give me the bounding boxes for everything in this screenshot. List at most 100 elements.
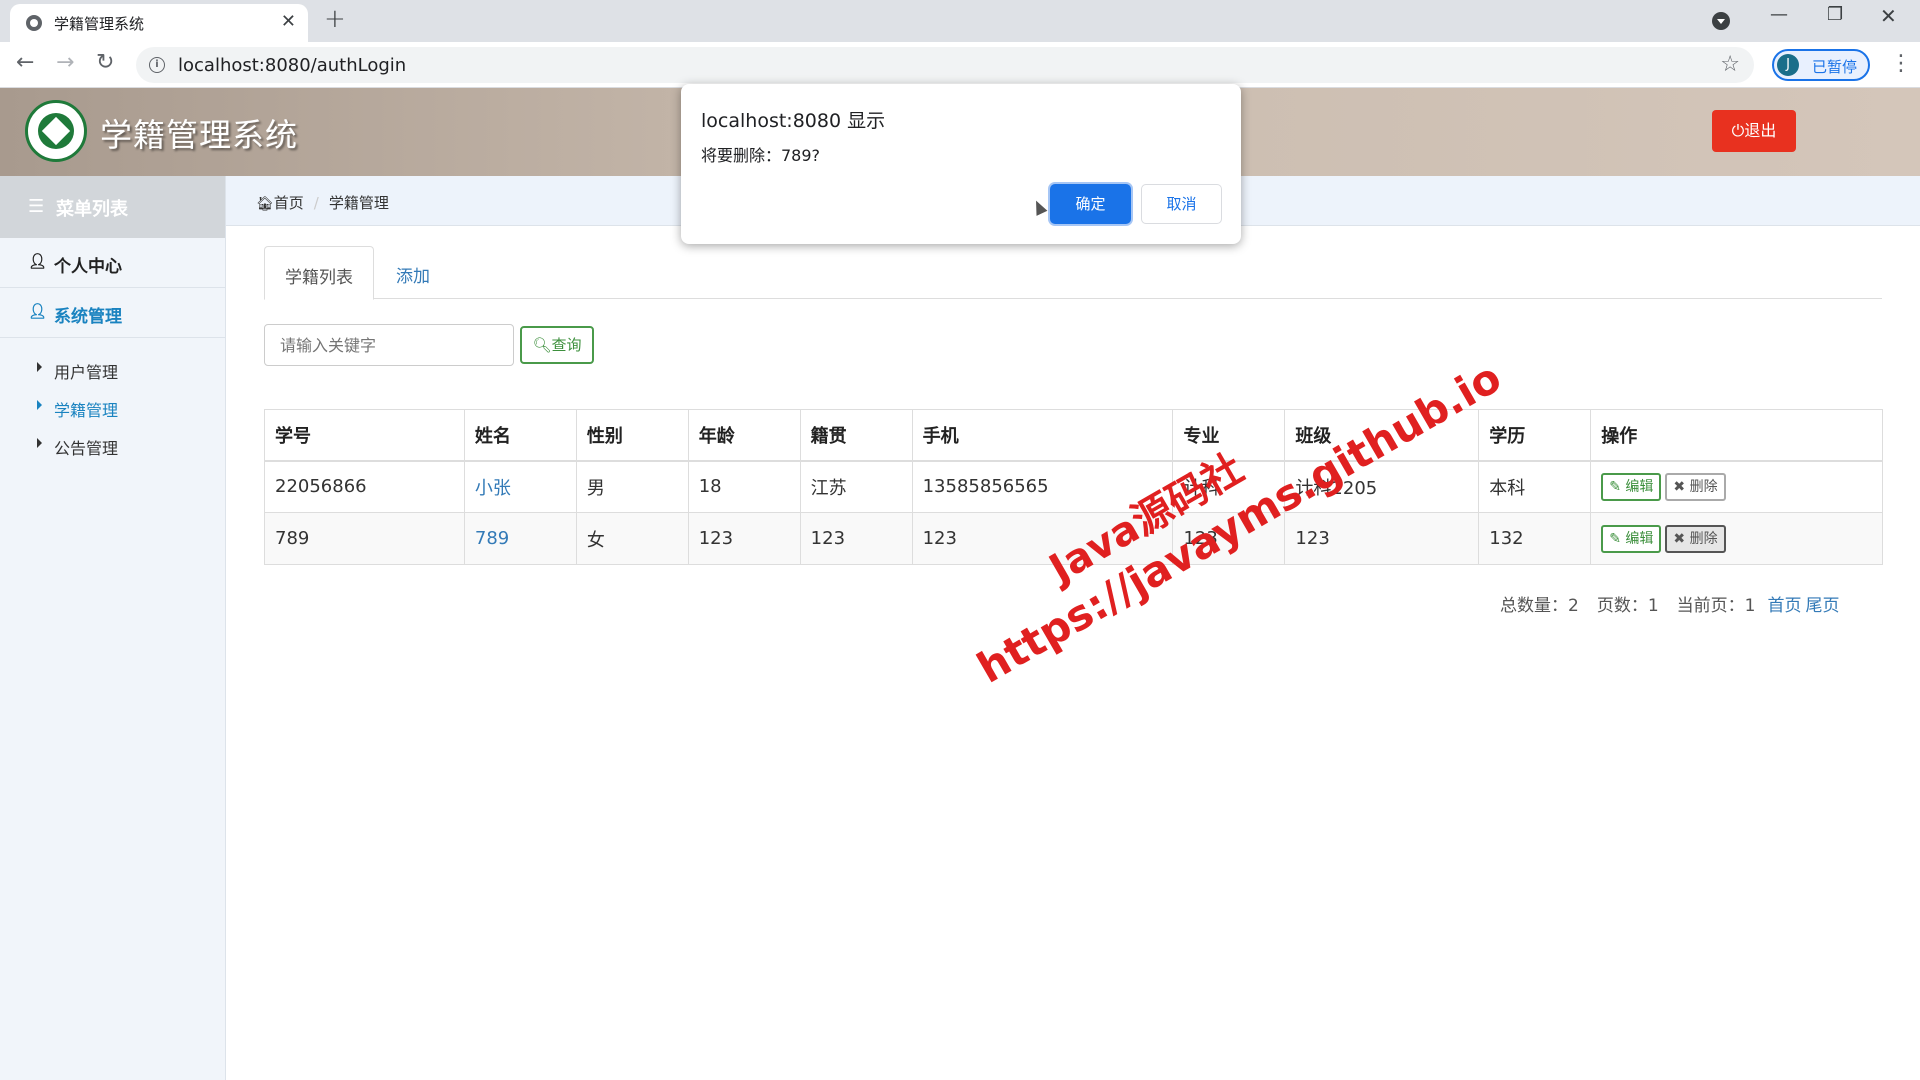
cell-education: 132 (1478, 512, 1592, 565)
cell-name: 小张 (463, 460, 577, 513)
info-icon[interactable]: i (149, 57, 165, 73)
delete-label: 删除 (1689, 530, 1718, 547)
pagination: 总数量：2 页数：1 当前页：1 首页 尾页 (1500, 591, 1843, 616)
power-icon: ⏻ (1731, 121, 1745, 140)
sidebar-subitem-student-records[interactable]: 学籍管理 (0, 388, 225, 426)
cell-age: 18 (687, 460, 801, 513)
cell-gender: 女 (575, 512, 689, 565)
edit-button[interactable]: ✎ 编辑 (1601, 472, 1662, 501)
content-tabs: 学籍列表 添加 (264, 246, 1882, 300)
browser-tab[interactable]: 学籍管理系统 ✕ (10, 4, 308, 42)
sidebar: ☰ 菜单列表 👤︎ 个人中心 👤︎ 系统管理 用户管理 学籍管理 公告管理 (0, 176, 226, 1080)
sidebar-submenu: 用户管理 学籍管理 公告管理 (0, 338, 225, 464)
cell-class: 123 (1284, 512, 1480, 565)
forward-arrow-icon[interactable]: → (56, 50, 74, 75)
search-button[interactable]: 🔍︎查询 (520, 326, 594, 364)
tab-search-icon[interactable] (1712, 12, 1730, 30)
pager-pages: 页数：1 (1596, 596, 1659, 616)
cell-hometown: 123 (799, 512, 913, 565)
globe-icon (26, 15, 42, 31)
pager-last-link[interactable]: 尾页 (1805, 596, 1839, 616)
home-icon: 🏠︎ (256, 196, 274, 212)
pager-first-link[interactable]: 首页 (1767, 596, 1801, 616)
breadcrumb-current: 学籍管理 (328, 194, 389, 212)
more-menu-icon[interactable]: ⋮ (1890, 51, 1912, 76)
sidebar-heading: ☰ 菜单列表 (0, 176, 225, 238)
sidebar-subitem-label: 公告管理 (54, 439, 119, 458)
logout-label: 退出 (1744, 121, 1777, 140)
cell-student-id: 22056866 (264, 460, 465, 513)
student-name-link[interactable]: 789 (475, 528, 509, 549)
logout-button[interactable]: ⏻退出 (1712, 110, 1796, 152)
edit-label: 编辑 (1625, 478, 1654, 495)
search-icon: 🔍︎ (532, 336, 552, 354)
profile-button[interactable]: J 已暂停 (1772, 49, 1870, 81)
delete-label: 删除 (1689, 478, 1718, 495)
sidebar-item-label: 系统管理 (54, 307, 122, 327)
browser-toolbar: ← → ↻ i localhost:8080/authLogin ☆ J 已暂停… (0, 42, 1920, 88)
pager-total: 总数量：2 (1500, 596, 1579, 616)
reload-icon[interactable]: ↻ (96, 50, 114, 75)
cell-education: 本科 (1478, 460, 1592, 513)
delete-button[interactable]: ✖ 删除 (1665, 472, 1726, 501)
pager-current: 当前页：1 (1676, 596, 1756, 616)
back-arrow-icon[interactable]: ← (16, 50, 34, 75)
school-logo (25, 100, 87, 162)
browser-tabstrip: 学籍管理系统 ✕ + — ❐ ✕ (0, 0, 1920, 42)
column-header: 籍贯 (799, 409, 913, 462)
restore-icon[interactable]: ❐ (1827, 4, 1843, 25)
tab-student-list[interactable]: 学籍列表 (264, 246, 374, 300)
cell-age: 123 (687, 512, 801, 565)
cell-gender: 男 (575, 460, 689, 513)
avatar: J (1777, 54, 1799, 76)
search-input[interactable] (264, 324, 514, 366)
caret-right-icon (37, 438, 42, 448)
column-header: 性别 (575, 409, 689, 462)
breadcrumb-separator: / (313, 194, 319, 212)
tab-title: 学籍管理系统 (54, 15, 145, 33)
user-icon: 👤︎ (28, 252, 48, 270)
table-row: 22056866 小张 男 18 江苏 13585856565 计科 计科220… (264, 460, 1883, 513)
caret-right-icon (37, 362, 42, 372)
sidebar-item-label: 个人中心 (54, 257, 122, 277)
student-name-link[interactable]: 小张 (475, 478, 511, 499)
sidebar-heading-label: 菜单列表 (56, 199, 128, 220)
sidebar-subitem-label: 学籍管理 (54, 401, 119, 420)
window-close-icon[interactable]: ✕ (1880, 4, 1897, 28)
app-title: 学籍管理系统 (100, 116, 299, 154)
cell-student-id: 789 (264, 512, 465, 565)
cell-actions: ✎ 编辑 ✖ 删除 (1590, 460, 1883, 513)
user-icon: 👤︎ (28, 302, 48, 320)
delete-button[interactable]: ✖ 删除 (1665, 524, 1726, 553)
dialog-title: localhost:8080 显示 (701, 110, 886, 132)
edit-button[interactable]: ✎ 编辑 (1601, 524, 1662, 553)
cell-actions: ✎ 编辑 ✖ 删除 (1590, 512, 1883, 565)
column-header: 学历 (1478, 409, 1592, 462)
sidebar-item-system[interactable]: 👤︎ 系统管理 (0, 288, 225, 338)
column-header: 手机 (911, 409, 1174, 462)
close-tab-icon[interactable]: ✕ (281, 11, 296, 32)
minimize-icon[interactable]: — (1770, 4, 1788, 25)
cell-hometown: 江苏 (799, 460, 913, 513)
column-header: 学号 (264, 409, 465, 462)
list-icon: ☰ (28, 196, 45, 217)
sidebar-item-profile[interactable]: 👤︎ 个人中心 (0, 238, 225, 288)
dialog-cancel-button[interactable]: 取消 (1141, 184, 1222, 224)
column-header: 姓名 (463, 409, 577, 462)
search-button-label: 查询 (551, 336, 582, 354)
sidebar-subitem-notices[interactable]: 公告管理 (0, 426, 225, 464)
table-header-row: 学号 姓名 性别 年龄 籍贯 手机 专业 班级 学历 操作 (264, 409, 1883, 462)
profile-status-label: 已暂停 (1812, 58, 1858, 76)
breadcrumb-home[interactable]: 首页 (274, 194, 304, 212)
url-text[interactable]: localhost:8080/authLogin (178, 55, 406, 76)
dialog-message: 将要删除：789? (701, 146, 821, 165)
address-bar[interactable]: i localhost:8080/authLogin ☆ (136, 47, 1754, 83)
column-header: 操作 (1590, 409, 1883, 462)
dialog-ok-button[interactable]: 确定 (1050, 184, 1131, 224)
new-tab-icon[interactable]: + (324, 4, 346, 34)
x-icon: ✖ (1673, 530, 1686, 547)
bookmark-star-icon[interactable]: ☆ (1720, 52, 1740, 77)
x-icon: ✖ (1673, 478, 1686, 495)
sidebar-subitem-users[interactable]: 用户管理 (0, 350, 225, 388)
tab-add[interactable]: 添加 (376, 246, 450, 300)
